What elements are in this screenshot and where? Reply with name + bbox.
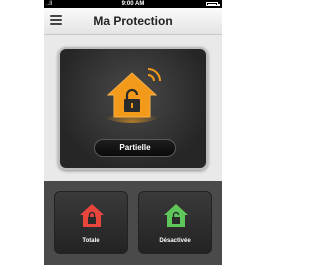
app-screen: ..ll 9:00 AM Ma Protection Partielle Tot… bbox=[44, 0, 222, 265]
nav-bar: Ma Protection bbox=[44, 8, 222, 35]
house-lock-icon-red bbox=[80, 204, 104, 227]
page-title: Ma Protection bbox=[93, 14, 173, 28]
current-mode-button[interactable]: Partielle bbox=[94, 139, 176, 157]
total-mode-label: Totale bbox=[82, 238, 100, 244]
protection-status-panel: Partielle bbox=[58, 47, 208, 170]
deactivated-mode-label: Désactivée bbox=[159, 238, 191, 244]
total-mode-button[interactable]: Totale bbox=[54, 191, 128, 254]
deactivated-mode-button[interactable]: Désactivée bbox=[138, 191, 212, 254]
house-lock-wifi-icon bbox=[104, 68, 161, 123]
status-time: 9:00 AM bbox=[121, 1, 145, 7]
mode-actions: Totale Désactivée bbox=[44, 181, 222, 265]
house-unlock-icon-green bbox=[164, 204, 188, 227]
status-bar: ..ll 9:00 AM bbox=[44, 0, 222, 8]
battery-icon bbox=[206, 2, 220, 6]
